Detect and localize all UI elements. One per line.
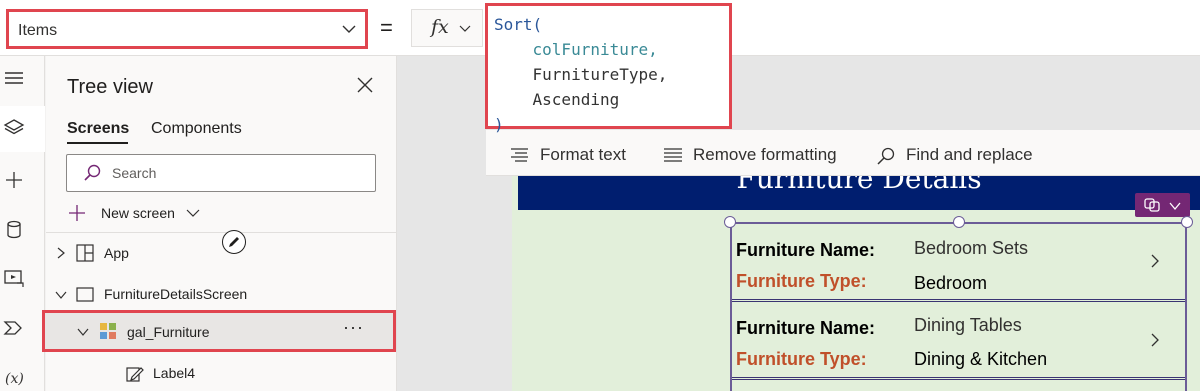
furniture-gallery[interactable]: Furniture Name: Bedroom Sets Furniture T… (730, 222, 1187, 391)
gallery-icon (100, 323, 116, 339)
chevron-down-icon (342, 25, 356, 33)
formula-line-3: FurnitureType, (532, 65, 668, 84)
chevron-right-icon (57, 247, 65, 259)
chevron-down-icon (459, 25, 471, 32)
tree-view-panel: Tree view Screens Components Search New … (42, 56, 397, 391)
layers-icon (3, 119, 25, 135)
insert-rail-button[interactable] (0, 158, 45, 204)
hamburger-menu-button[interactable] (0, 56, 45, 102)
label-icon (126, 367, 144, 382)
data-rail-button[interactable] (0, 208, 45, 254)
furniture-type-value: Dining & Kitchen (914, 349, 1048, 369)
remove-formatting-label: Remove formatting (693, 145, 837, 164)
chevron-right-icon[interactable] (1150, 333, 1160, 347)
search-icon (84, 164, 101, 181)
formula-code: Sort( colFurniture, FurnitureType, Ascen… (494, 12, 667, 137)
plus-icon (69, 205, 85, 221)
pencil-icon (229, 237, 239, 247)
media-icon (4, 270, 24, 287)
formula-line-5: ) (494, 115, 504, 134)
formula-line-2: colFurniture, (532, 40, 658, 59)
search-input[interactable]: Search (66, 154, 376, 192)
format-text-label: Format text (540, 145, 626, 164)
power-automate-rail-button[interactable] (0, 306, 45, 352)
tree-node-label: Label4 (153, 365, 196, 381)
app-icon (76, 244, 94, 262)
tree-node-label4[interactable]: Label4 (46, 354, 397, 391)
tree-view-rail-button[interactable] (0, 106, 45, 152)
fx-icon: fx (431, 16, 449, 38)
furniture-name-value: Bedroom Sets (914, 238, 1029, 258)
formula-line-4: Ascending (532, 90, 620, 109)
variables-icon: (x) (5, 371, 24, 387)
tree-view-title: Tree view (67, 76, 153, 98)
close-icon[interactable] (355, 75, 375, 95)
plus-icon (6, 172, 22, 188)
furniture-name-value: Dining Tables (914, 315, 1022, 335)
left-rail: (x) (0, 56, 45, 391)
tree-node-screen[interactable]: FurnitureDetailsScreen (46, 275, 397, 313)
svg-text:(x): (x) (5, 371, 24, 387)
component-icon (1144, 198, 1160, 212)
chevron-down-icon (1169, 202, 1181, 211)
format-text-icon (511, 148, 528, 162)
resize-handle[interactable] (724, 216, 736, 228)
tree-node-label: gal_Furniture (127, 324, 210, 340)
more-options-icon[interactable]: ··· (343, 317, 364, 338)
furniture-type-label: Furniture Type: (736, 349, 867, 369)
new-screen-label: New screen (101, 205, 175, 221)
fx-button[interactable]: fx (411, 9, 483, 47)
property-dropdown-value: Items (18, 22, 58, 39)
chevron-down-icon (186, 209, 200, 217)
screen-icon (76, 287, 94, 302)
media-rail-button[interactable] (0, 256, 45, 302)
equals-sign: = (380, 15, 393, 40)
furniture-name-label: Furniture Name: (736, 240, 876, 260)
furniture-type-value: Bedroom (914, 273, 988, 293)
database-icon (7, 220, 21, 239)
chevron-down-icon (77, 328, 89, 336)
chevron-down-icon (55, 291, 67, 299)
hamburger-icon (5, 72, 23, 84)
gallery-item[interactable]: Furniture Name: Dining Tables Furniture … (732, 302, 1185, 380)
tree-node-label: FurnitureDetailsScreen (104, 286, 248, 302)
resize-handle[interactable] (953, 216, 965, 228)
tree-divider (46, 232, 397, 233)
resize-handle[interactable] (1181, 216, 1193, 228)
furniture-type-label: Furniture Type: (736, 271, 867, 291)
property-dropdown[interactable]: Items (6, 9, 368, 49)
tab-components[interactable]: Components (151, 120, 242, 138)
app-header-title: Furniture Details (736, 176, 982, 195)
control-type-button[interactable] (1135, 193, 1190, 217)
formula-editor[interactable]: Sort( colFurniture, FurnitureType, Ascen… (485, 3, 732, 134)
search-placeholder: Search (112, 165, 157, 181)
variables-rail-button[interactable]: (x) (0, 356, 45, 391)
tree-node-gallery[interactable]: gal_Furniture ··· (42, 310, 396, 352)
chevron-right-icon[interactable] (1150, 254, 1160, 268)
power-automate-icon (3, 321, 22, 335)
remove-formatting-icon (664, 148, 682, 162)
tree-node-label: App (104, 245, 129, 261)
tab-screens[interactable]: Screens (67, 120, 129, 138)
find-replace-label: Find and replace (906, 145, 1033, 164)
furniture-name-label: Furniture Name: (736, 318, 876, 338)
app-screen-preview: Furniture Details Furniture Name: Bedroo… (512, 176, 1200, 391)
app-header: Furniture Details (518, 176, 1200, 210)
edit-template-button[interactable] (222, 230, 246, 254)
search-icon (877, 147, 895, 165)
gallery-item[interactable]: Furniture Name: Bedroom Sets Furniture T… (732, 224, 1185, 302)
formula-line-1: Sort( (494, 15, 543, 34)
active-tab-indicator (67, 142, 128, 144)
